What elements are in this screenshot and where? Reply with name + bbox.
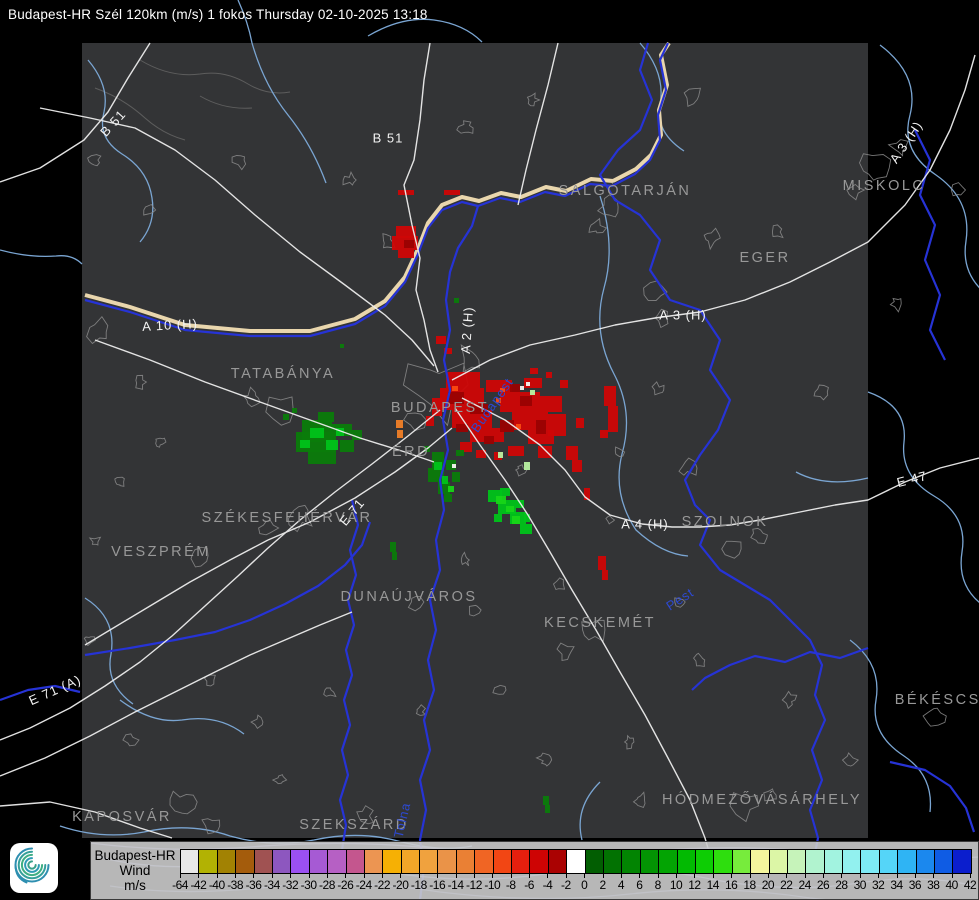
wind-scale-swatch <box>602 850 622 873</box>
wind-scale-swatch <box>842 850 861 873</box>
wind-scale-tick-label: 10 <box>669 878 683 892</box>
wind-scale-swatch <box>897 850 916 873</box>
wind-scale-tick-label: 36 <box>908 878 922 892</box>
wind-scale-tick-label: 38 <box>927 878 940 892</box>
wind-scale-tick-label: -42 <box>190 878 207 892</box>
wind-scale-tick-label: -36 <box>245 878 262 892</box>
wind-scale-swatch <box>566 850 585 873</box>
wind-scale-swatch <box>584 850 603 873</box>
wind-scale-swatch <box>547 850 567 873</box>
wind-scale-tick-label: 8 <box>654 878 662 892</box>
wind-scale-swatch <box>455 850 475 873</box>
wind-scale-swatch <box>621 850 640 873</box>
wind-scale-tick-label: -18 <box>410 878 427 892</box>
wind-scale-tick-label: -20 <box>392 878 409 892</box>
wind-scale-swatch <box>860 850 879 873</box>
wind-scale-tick-label: -14 <box>447 878 464 892</box>
wind-scale-swatch <box>713 850 732 873</box>
wind-scale-tick-label: -34 <box>263 878 280 892</box>
wind-scale-swatch <box>327 850 346 873</box>
legend-product-label: Budapest-HR <box>94 848 176 863</box>
wind-scale-tick-label: 22 <box>780 878 793 892</box>
wind-scale-swatch <box>198 850 217 873</box>
wind-scale-tick-label: -26 <box>337 878 354 892</box>
wind-scale-swatch <box>253 850 272 873</box>
app-logo[interactable] <box>10 843 58 893</box>
radar-app-window: Budapest-HR Szél 120km (m/s) 1 fokos Thu… <box>0 0 979 900</box>
wind-scale-swatch <box>235 850 254 873</box>
wind-scale-tick-label: -30 <box>300 878 317 892</box>
wind-scale-tick-label: -6 <box>524 878 534 892</box>
wind-scale-tick-label: 6 <box>636 878 643 892</box>
wind-scale-swatch <box>529 850 548 873</box>
wind-scale-swatch <box>216 850 236 873</box>
wind-scale-swatch <box>878 850 898 873</box>
wind-scale-tick-label: 30 <box>853 878 867 892</box>
wind-scale-tick-label: -12 <box>466 878 482 892</box>
wind-scale-tick-label: -2 <box>560 878 571 892</box>
wind-scale-swatch <box>511 850 530 873</box>
legend-unit-label: m/s <box>124 878 146 893</box>
spiral-icon <box>14 847 50 884</box>
wind-scale-tick-label: 24 <box>798 878 811 892</box>
wind-scale-swatch <box>290 850 309 873</box>
wind-scale-tick-label: 28 <box>835 878 848 892</box>
wind-scale-ticks: -64 -42 -40 -38 -36 -34 -32 -30 -28 -26 -24 -22 -20-… <box>172 873 977 897</box>
wind-scale-swatch <box>934 850 953 873</box>
wind-scale-tick-label: 26 <box>816 878 830 892</box>
wind-scale-swatch <box>492 850 512 873</box>
wind-scale-swatch <box>915 850 935 873</box>
wind-color-scale <box>180 849 972 874</box>
wind-scale-tick-label: 18 <box>743 878 756 892</box>
map-title: Budapest-HR Szél 120km (m/s) 1 fokos Thu… <box>8 7 428 22</box>
wind-scale-swatch <box>823 850 843 873</box>
radar-map[interactable] <box>0 0 979 900</box>
wind-scale-swatch <box>181 850 199 873</box>
wind-scale-tick-label: -28 <box>319 878 335 892</box>
legend-panel: Budapest-HR Wind m/s -64 -42 -40 -38 -36 -34-… <box>90 841 979 900</box>
wind-scale-tick-label: 0 <box>581 878 588 892</box>
wind-scale-swatch <box>786 850 806 873</box>
wind-scale-swatch <box>345 850 364 873</box>
wind-scale-swatch <box>750 850 769 873</box>
wind-scale-swatch <box>271 850 291 873</box>
wind-scale-swatch <box>676 850 695 873</box>
wind-scale-swatch <box>658 850 677 873</box>
wind-scale-tick-label: -16 <box>429 878 446 892</box>
wind-scale-tick-label: 34 <box>890 878 903 892</box>
wind-scale-tick-label: -32 <box>282 878 299 892</box>
wind-scale-tick-label: 14 <box>706 878 720 892</box>
wind-scale-tick-label: -24 <box>355 878 372 892</box>
wind-scale-swatch <box>474 850 493 873</box>
wind-scale-swatch <box>400 850 420 873</box>
wind-scale-tick-label: 42 <box>963 878 977 892</box>
wind-scale-swatch <box>952 850 971 873</box>
wind-scale-tick-label: -8 <box>505 878 516 892</box>
wind-scale-tick-label: -38 <box>227 878 244 892</box>
wind-scale-swatch <box>768 850 787 873</box>
wind-scale-tick-label: 32 <box>871 878 885 892</box>
wind-scale-swatch <box>639 850 659 873</box>
wind-scale-swatch <box>694 850 714 873</box>
wind-scale-tick-label: -4 <box>542 878 553 892</box>
wind-scale-tick-label: 16 <box>724 878 738 892</box>
wind-scale-tick-label: 4 <box>617 878 625 892</box>
legend-quantity-label: Wind <box>119 863 151 878</box>
legend-title: Budapest-HR Wind m/s <box>91 848 179 893</box>
wind-scale-tick-label: 2 <box>599 878 606 892</box>
wind-scale-swatch <box>308 850 328 873</box>
wind-scale-swatch <box>805 850 824 873</box>
wind-scale-swatch <box>363 850 383 873</box>
wind-scale-swatch <box>731 850 751 873</box>
wind-scale-tick-label: 20 <box>761 878 775 892</box>
wind-scale-tick-label: -64 <box>172 878 188 892</box>
wind-scale-swatch <box>382 850 401 873</box>
wind-scale-tick-label: 40 <box>945 878 958 892</box>
wind-scale-swatch <box>437 850 456 873</box>
wind-scale-tick-label: -10 <box>484 878 501 892</box>
wind-scale-tick-label: -40 <box>208 878 225 892</box>
wind-scale-tick-label: 12 <box>688 878 701 892</box>
wind-scale-swatch <box>419 850 438 873</box>
wind-scale-tick-label: -22 <box>374 878 390 892</box>
